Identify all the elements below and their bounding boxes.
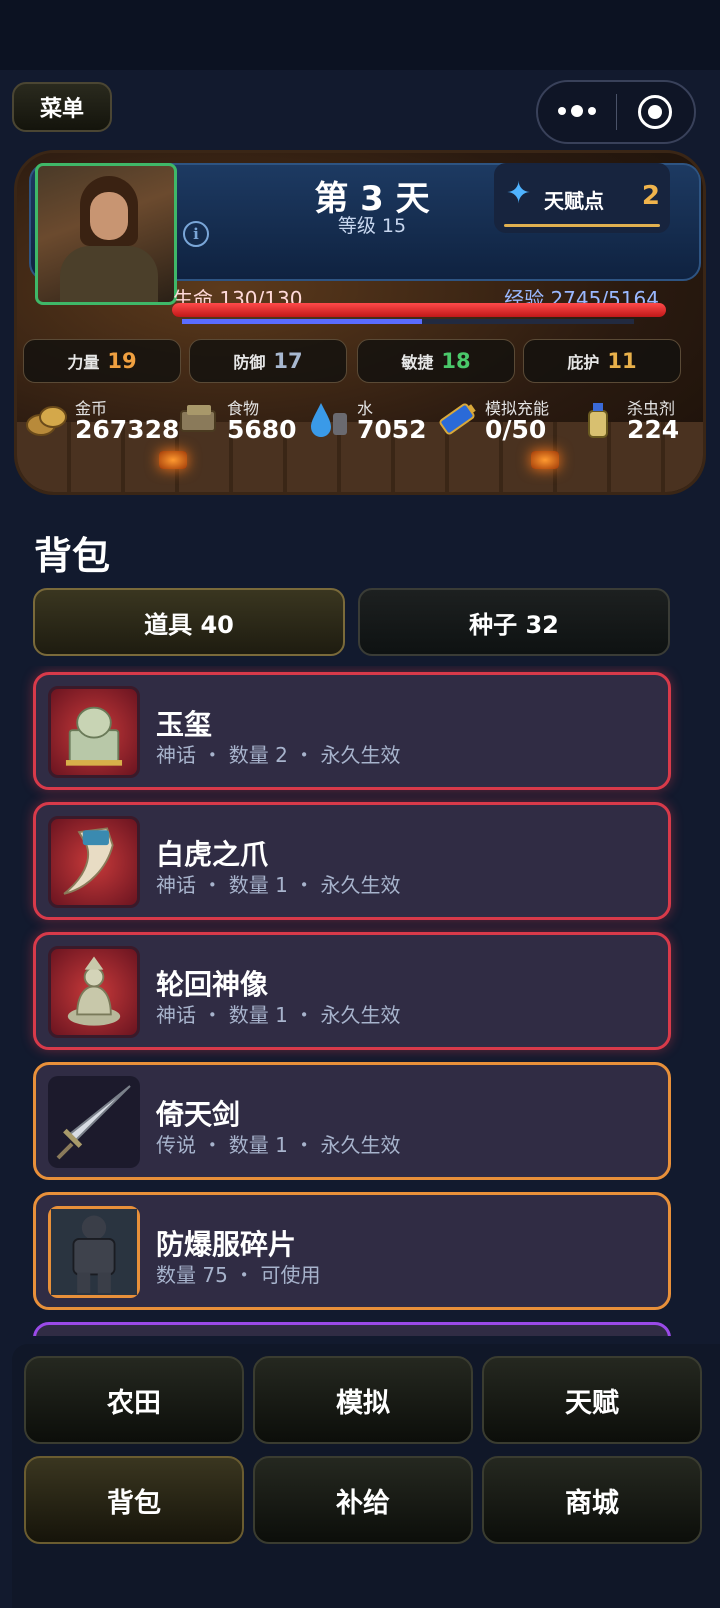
list-item[interactable]: 白虎之爪 神话 ・ 数量 1 ・ 永久生效 xyxy=(33,802,671,920)
item-name: 防爆服碎片 xyxy=(156,1228,297,1261)
talent-value: 2 xyxy=(641,181,660,211)
avatar[interactable] xyxy=(35,163,177,305)
jade-seal-icon xyxy=(48,686,140,778)
resource-value: 224 xyxy=(627,415,680,444)
resource-pesticide: 杀虫剂 224 xyxy=(577,389,697,449)
info-icon[interactable]: i xyxy=(183,221,209,247)
nav-supply-button[interactable]: 补给 xyxy=(253,1456,473,1544)
resource-charge: 模拟充能 0/50 xyxy=(435,389,565,449)
resource-value: 7052 xyxy=(357,415,427,444)
talent-points-box[interactable]: ✦ 天赋点 2 xyxy=(494,163,670,233)
stat-name: 敏捷 xyxy=(401,353,434,372)
item-name: 白虎之爪 xyxy=(156,838,269,871)
panel-lamp xyxy=(531,451,559,469)
item-name: 倚天剑 xyxy=(156,1098,241,1131)
nav-simulate-button[interactable]: 模拟 xyxy=(253,1356,473,1444)
level-label: 等级 15 xyxy=(337,215,407,237)
item-list: 玉玺 神话 ・ 数量 2 ・ 永久生效 白虎之爪 神话 ・ 数量 1 ・ 永久生… xyxy=(0,666,720,1336)
tiger-claw-icon xyxy=(48,816,140,908)
close-target-icon[interactable] xyxy=(617,95,695,129)
bag-title: 背包 xyxy=(34,534,111,578)
stat-name: 庇护 xyxy=(567,353,600,372)
item-meta: 神话 ・ 数量 1 ・ 永久生效 xyxy=(156,1003,401,1027)
tab-items[interactable]: 道具 40 xyxy=(33,588,345,656)
food-icon xyxy=(180,405,216,432)
player-panel: i 第 3 天 等级 15 ✦ 天赋点 2 生命 130/130 经验 2745… xyxy=(14,150,706,495)
stat-shelter: 庇护 11 xyxy=(523,339,681,383)
list-item[interactable]: 防爆服碎片 数量 75 ・ 可使用 xyxy=(33,1192,671,1310)
stat-value: 11 xyxy=(607,349,637,373)
item-name: 玉玺 xyxy=(156,708,213,741)
spray-icon xyxy=(588,403,608,438)
hp-bar-fill xyxy=(172,303,666,317)
battery-icon xyxy=(439,403,476,435)
stat-agility: 敏捷 18 xyxy=(357,339,515,383)
resource-food: 食物 5680 xyxy=(177,389,297,449)
panel-lamp xyxy=(159,451,187,469)
coins-icon xyxy=(26,406,67,436)
resource-value: 0/50 xyxy=(485,415,547,444)
item-meta: 神话 ・ 数量 2 ・ 永久生效 xyxy=(156,743,401,767)
item-name: 轮回神像 xyxy=(156,968,269,1001)
item-meta: 数量 75 ・ 可使用 xyxy=(156,1263,321,1287)
resource-value: 5680 xyxy=(227,415,297,444)
bottom-nav: 农田 模拟 天赋 背包 补给 商城 xyxy=(12,1344,720,1608)
nav-shop-button[interactable]: 商城 xyxy=(482,1456,702,1544)
exp-bar xyxy=(182,319,634,324)
stat-value: 19 xyxy=(107,349,137,373)
resource-value: 267328 xyxy=(75,415,180,444)
nav-bag-button[interactable]: 背包 xyxy=(24,1456,244,1544)
stat-name: 力量 xyxy=(67,353,100,372)
list-item[interactable] xyxy=(33,1322,671,1336)
nav-talent-button[interactable]: 天赋 xyxy=(482,1356,702,1444)
hp-bar xyxy=(172,303,666,317)
stat-defense: 防御 17 xyxy=(189,339,347,383)
talent-underline xyxy=(504,224,660,227)
menu-label: 菜单 xyxy=(39,97,84,122)
menu-button[interactable]: 菜单 xyxy=(12,82,112,132)
list-item[interactable]: 玉玺 神话 ・ 数量 2 ・ 永久生效 xyxy=(33,672,671,790)
armor-icon xyxy=(48,1206,140,1298)
app-root: 菜单 i 第 3 天 等级 15 ✦ 天赋点 2 生命 130/130 经验 2… xyxy=(0,0,720,1608)
more-icon[interactable] xyxy=(538,105,616,117)
water-icon xyxy=(311,403,347,437)
resource-water: 水 7052 xyxy=(307,389,427,449)
stat-name: 防御 xyxy=(233,353,266,372)
list-item[interactable]: 倚天剑 传说 ・ 数量 1 ・ 永久生效 xyxy=(33,1062,671,1180)
stat-strength: 力量 19 xyxy=(23,339,181,383)
tab-seeds[interactable]: 种子 32 xyxy=(358,588,670,656)
statue-icon xyxy=(48,946,140,1038)
nav-farm-button[interactable]: 农田 xyxy=(24,1356,244,1444)
stat-value: 17 xyxy=(273,349,303,373)
stat-value: 18 xyxy=(441,349,471,373)
sword-icon xyxy=(48,1076,140,1168)
list-item[interactable]: 轮回神像 神话 ・ 数量 1 ・ 永久生效 xyxy=(33,932,671,1050)
item-meta: 神话 ・ 数量 1 ・ 永久生效 xyxy=(156,873,401,897)
talent-star-icon: ✦ xyxy=(506,176,532,211)
item-meta: 传说 ・ 数量 1 ・ 永久生效 xyxy=(156,1133,401,1157)
mini-program-capsule xyxy=(536,80,696,144)
resource-gold: 金币 267328 xyxy=(25,389,179,449)
status-bar xyxy=(0,0,720,70)
exp-bar-fill xyxy=(182,319,422,324)
talent-label: 天赋点 xyxy=(544,189,604,213)
